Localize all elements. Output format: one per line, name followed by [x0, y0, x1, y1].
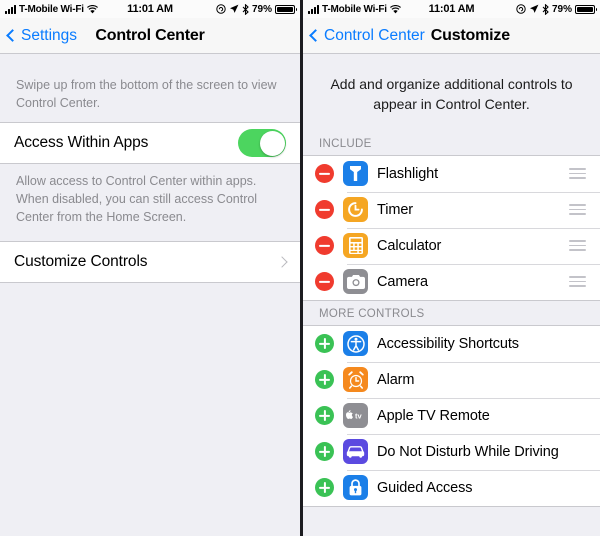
control-label: Guided Access [377, 479, 473, 496]
remove-control-button[interactable] [315, 164, 334, 184]
control-row-apple-tv-remote[interactable]: tv Apple TV Remote [303, 397, 600, 434]
bluetooth-icon [242, 3, 249, 15]
access-within-apps-toggle[interactable] [238, 129, 286, 158]
lock-icon [343, 475, 368, 501]
add-control-button[interactable] [315, 442, 334, 462]
carrier-label: T-Mobile Wi-Fi [19, 3, 84, 15]
camera-icon [343, 269, 368, 295]
bluetooth-icon [542, 3, 549, 15]
battery-icon [275, 4, 297, 14]
control-row-do-not-disturb-while-driving[interactable]: Do Not Disturb While Driving [303, 433, 600, 470]
signal-bars-icon [5, 4, 16, 14]
page-title-right: Customize [430, 26, 510, 44]
access-within-apps-label: Access Within Apps [14, 134, 149, 152]
status-bar-left-group-2: T-Mobile Wi-Fi [308, 4, 516, 15]
control-label: Timer [377, 201, 414, 218]
control-row-flashlight[interactable]: Flashlight [303, 155, 600, 192]
location-arrow-icon [229, 4, 239, 13]
timer-icon [343, 197, 368, 223]
reorder-handle-icon[interactable] [569, 276, 586, 287]
reorder-handle-icon[interactable] [569, 168, 586, 179]
add-control-button[interactable] [315, 370, 334, 390]
control-label: Calculator [377, 237, 442, 254]
flashlight-icon [343, 161, 368, 187]
back-button-label: Settings [21, 26, 78, 44]
signal-bars-icon [308, 4, 319, 14]
intro-text-right: Add and organize additional controls to … [330, 76, 573, 113]
control-label: Apple TV Remote [377, 407, 490, 424]
lock-rotation-icon [216, 4, 226, 14]
location-arrow-icon [529, 4, 539, 13]
alarm-icon [343, 367, 368, 393]
toggle-knob [259, 130, 285, 156]
add-control-button[interactable] [315, 478, 334, 498]
intro-text-left: Swipe up from the bottom of the screen t… [16, 78, 277, 111]
control-row-alarm[interactable]: Alarm [303, 361, 600, 398]
remove-control-button[interactable] [315, 272, 334, 292]
customize-group: Customize Controls [0, 240, 300, 283]
section-header-include: INCLUDE [303, 130, 600, 155]
status-bar-right: T-Mobile Wi-Fi 11:01 AM 79% [303, 0, 600, 18]
battery-percent-label: 79% [251, 3, 272, 15]
nav-bar-left: Settings Control Center [0, 18, 300, 54]
include-list: Flashlight Timer Calculator Camera [303, 154, 600, 301]
right-content: Add and organize additional controls to … [303, 54, 600, 536]
control-row-guided-access[interactable]: Guided Access [303, 469, 600, 506]
chevron-right-icon [276, 255, 288, 268]
battery-percent-label: 79% [551, 3, 572, 15]
row-customize-controls[interactable]: Customize Controls [0, 241, 300, 282]
reorder-handle-icon[interactable] [569, 240, 586, 251]
dual-screenshot: T-Mobile Wi-Fi 11:01 AM 79% Settings Con… [0, 0, 600, 536]
control-row-accessibility-shortcuts[interactable]: Accessibility Shortcuts [303, 325, 600, 362]
back-button-label: Control Center [324, 26, 425, 44]
footnote-text-left: Allow access to Control Center within ap… [16, 174, 258, 224]
control-row-calculator[interactable]: Calculator [303, 227, 600, 264]
add-control-button[interactable] [315, 406, 334, 426]
control-row-timer[interactable]: Timer [303, 191, 600, 228]
back-button-settings[interactable]: Settings [6, 26, 78, 45]
more-controls-list: Accessibility Shortcuts Alarm tv Apple TV R… [303, 324, 600, 507]
control-label: Flashlight [377, 165, 439, 182]
status-bar-left: T-Mobile Wi-Fi 11:01 AM 79% [0, 0, 300, 18]
back-button-control-center[interactable]: Control Center [309, 26, 425, 45]
control-label: Accessibility Shortcuts [377, 335, 519, 352]
wifi-icon [86, 4, 98, 13]
lock-rotation-icon [516, 4, 526, 14]
empty-area-left [0, 282, 300, 536]
control-label: Camera [377, 273, 428, 290]
left-content: Swipe up from the bottom of the screen t… [0, 54, 300, 536]
svg-text:tv: tv [355, 412, 362, 421]
control-row-camera[interactable]: Camera [303, 263, 600, 300]
apple-tv-icon: tv [343, 403, 368, 429]
accessibility-icon [343, 331, 368, 357]
status-bar-left-group: T-Mobile Wi-Fi [5, 4, 216, 15]
remove-control-button[interactable] [315, 236, 334, 256]
nav-bar-right: Control Center Customize [303, 18, 600, 54]
customize-controls-label: Customize Controls [14, 252, 148, 270]
control-label: Do Not Disturb While Driving [377, 443, 559, 460]
wifi-icon [389, 4, 401, 13]
remove-control-button[interactable] [315, 200, 334, 220]
status-bar-right-group: 79% [216, 3, 297, 15]
chevron-left-icon [309, 29, 322, 42]
calculator-icon [343, 233, 368, 259]
carrier-label: T-Mobile Wi-Fi [322, 3, 387, 15]
chevron-left-icon [6, 29, 19, 42]
battery-icon [575, 4, 597, 14]
add-control-button[interactable] [315, 334, 334, 354]
access-group: Access Within Apps [0, 122, 300, 165]
row-access-within-apps[interactable]: Access Within Apps [0, 123, 300, 164]
reorder-handle-icon[interactable] [569, 204, 586, 215]
status-bar-right-group-2: 79% [516, 3, 597, 15]
car-icon [343, 439, 368, 465]
control-label: Alarm [377, 371, 415, 388]
section-header-more-controls: MORE CONTROLS [303, 300, 600, 325]
left-phone-screen: T-Mobile Wi-Fi 11:01 AM 79% Settings Con… [0, 0, 300, 536]
right-phone-screen: T-Mobile Wi-Fi 11:01 AM 79% Control Cent… [300, 0, 600, 536]
